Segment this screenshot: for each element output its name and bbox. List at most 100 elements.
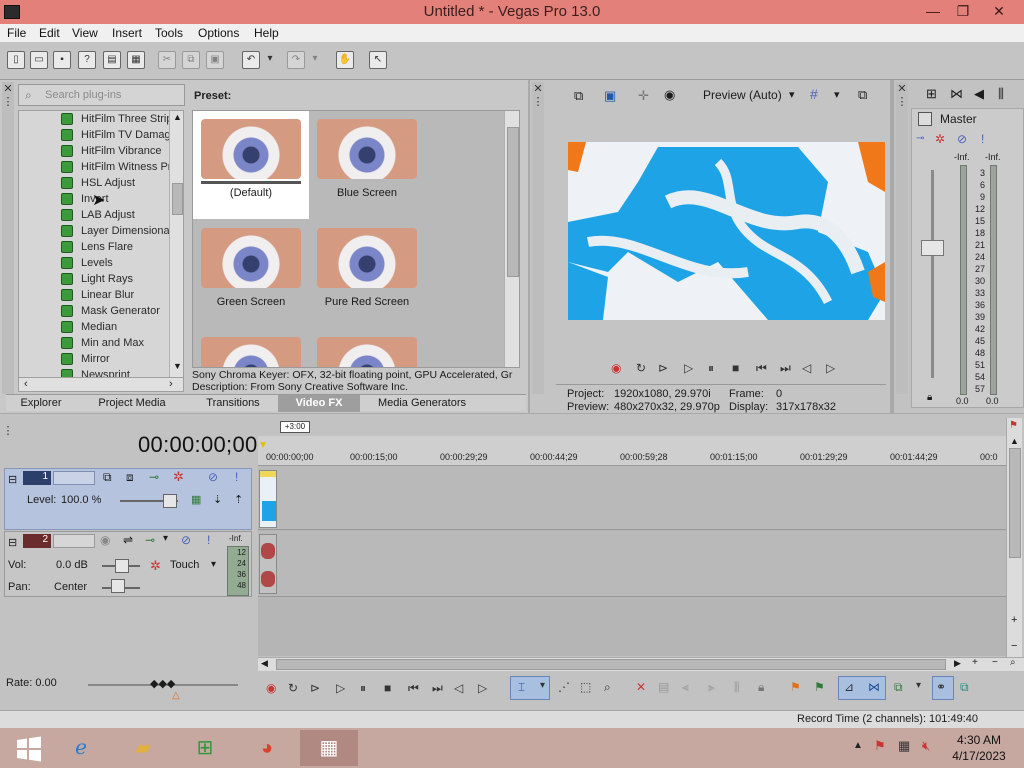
envelope-tool-icon[interactable]: ⋰ (558, 680, 570, 694)
tab-video-fx[interactable]: Video FX (278, 395, 360, 412)
render-icon[interactable]: ▤ (103, 51, 121, 69)
play-button[interactable]: ▷ (684, 361, 693, 375)
redo-icon[interactable]: ↷ (287, 51, 305, 69)
preset-default[interactable]: (Default) (193, 111, 309, 219)
auto-ripple-dropdown-icon[interactable]: ▾ (916, 680, 921, 691)
action-center-icon[interactable]: ⚑ (874, 738, 886, 754)
menu-help[interactable]: Help (254, 26, 279, 40)
list-item[interactable]: Light Rays (19, 271, 169, 287)
scroll-right-icon[interactable]: ▶ (954, 658, 961, 669)
tab-project-media[interactable]: Project Media (76, 395, 188, 412)
edit-tool-dropdown-icon[interactable]: ▾ (540, 680, 545, 691)
save-icon[interactable]: ▪ (53, 51, 71, 69)
trim-icon[interactable]: ▤ (658, 680, 669, 694)
solo-icon[interactable]: ! (207, 533, 210, 547)
panel-grip-master[interactable]: ✕ ⋮ (896, 82, 908, 394)
zoom-out-horizontal-icon[interactable]: − (992, 657, 998, 668)
new-icon[interactable]: ▯ (7, 51, 25, 69)
menu-tools[interactable]: Tools (155, 26, 183, 40)
lock-icon[interactable]: 🔒︎ (758, 680, 764, 695)
video-clip[interactable] (259, 470, 277, 528)
stop-button[interactable]: ■ (384, 681, 391, 695)
go-to-end-button[interactable]: ⏭ (432, 681, 443, 696)
scroll-left-icon[interactable]: ‹ (24, 378, 28, 390)
master-fader-handle[interactable] (921, 240, 944, 256)
overlays-grid-icon[interactable]: # (810, 86, 818, 102)
next-frame-button[interactable]: ▷ (478, 681, 487, 695)
master-settings-icon[interactable]: ✲ (935, 132, 945, 146)
play-from-start-button[interactable]: ⊳ (658, 361, 668, 375)
compositing-mode-icon[interactable]: ⧉ (103, 470, 112, 485)
overlays-dropdown-icon[interactable]: ▾ (834, 88, 840, 101)
scroll-down-icon[interactable]: ▼ (173, 361, 182, 371)
scroll-left-icon[interactable]: ◀ (261, 658, 268, 669)
clock-time[interactable]: 4:30 AM (948, 733, 1010, 747)
plugin-tree[interactable]: HitFilm Three Strip HitFilm TV Damage Hi… (18, 110, 184, 378)
list-item[interactable]: HitFilm TV Damage (19, 127, 169, 143)
preset-green-screen[interactable]: Green Screen (193, 220, 309, 328)
mute-icon[interactable]: ⊘ (181, 533, 191, 547)
split-screen-icon[interactable]: ✛ (638, 88, 649, 104)
split-icon[interactable]: ⫼ (734, 680, 740, 695)
windows-store-icon[interactable]: ⊞ (176, 730, 234, 766)
rate-slider-handle[interactable]: ◆◆◆ (150, 677, 175, 690)
audio-track-name-field[interactable] (53, 534, 95, 548)
preset-scrollbar[interactable] (504, 111, 519, 367)
scroll-thumb[interactable] (172, 183, 183, 215)
solo-icon[interactable]: ! (235, 470, 238, 484)
timeline-ruler[interactable]: 00:00:00;00 00:00:15;00 00:00:29;29 00:0… (258, 436, 1006, 466)
master-mute-icon[interactable]: ⊘ (957, 132, 967, 146)
timeline-vscrollbar[interactable]: ⚑ ▲ + − (1006, 418, 1022, 660)
copy-snapshot-icon[interactable]: ⧉ (858, 87, 867, 103)
list-item[interactable]: Layer Dimensional (19, 223, 169, 239)
zoom-out-vertical-icon[interactable]: − (1011, 640, 1017, 652)
auto-ripple-icon[interactable]: ⧉ (894, 680, 903, 695)
scroll-up-icon[interactable]: ▲ (1010, 436, 1019, 446)
clock-date[interactable]: 4/17/2023 (948, 749, 1010, 763)
compositing-parent-icon[interactable]: ⇡ (234, 493, 243, 506)
scroll-thumb[interactable] (1009, 448, 1021, 558)
previous-frame-button[interactable]: ◁ (454, 681, 463, 695)
list-item[interactable]: Median (19, 319, 169, 335)
start-button[interactable] (0, 730, 58, 766)
track-fx-dropdown-icon[interactable]: ▾ (163, 533, 168, 544)
tab-transitions[interactable]: Transitions (188, 395, 278, 412)
delete-icon[interactable]: ✕ (636, 680, 646, 694)
zoom-in-horizontal-icon[interactable]: + (972, 657, 978, 668)
undo-icon[interactable]: ↶ (242, 51, 260, 69)
invert-phase-icon[interactable]: ⇌ (123, 533, 133, 547)
master-insert-fx-icon[interactable]: ⊸ (916, 133, 924, 144)
paste-icon[interactable]: ▣ (206, 51, 224, 69)
external-monitor-icon[interactable]: ▣ (604, 88, 616, 104)
record-button[interactable]: ◉ (266, 681, 276, 695)
lock-envelopes-icon[interactable]: ⚭ (936, 680, 946, 694)
pan-slider-handle[interactable] (111, 579, 125, 593)
internet-explorer-icon[interactable]: ℯ (52, 730, 110, 766)
list-item[interactable]: Mirror (19, 351, 169, 367)
preview-quality-dropdown-icon[interactable]: ▾ (789, 88, 795, 101)
list-item[interactable]: Mask Generator (19, 303, 169, 319)
preview-quality-select[interactable]: Preview (Auto) (703, 88, 782, 102)
menu-insert[interactable]: Insert (112, 26, 142, 40)
timeline-tracks[interactable] (258, 466, 1006, 656)
track-expand-icon[interactable]: ⊟ (8, 473, 17, 486)
automation-settings-icon[interactable]: ✲ (150, 558, 161, 574)
enable-snapping-icon[interactable]: ✋ (336, 51, 354, 69)
previous-frame-button[interactable]: ◁ (802, 361, 811, 375)
video-track-name-field[interactable] (53, 471, 95, 485)
list-item[interactable]: HitFilm Three Strip (19, 111, 169, 127)
pause-button[interactable]: ⏸ (360, 681, 366, 696)
tab-media-generators[interactable]: Media Generators (360, 395, 484, 412)
undo-dropdown-icon[interactable]: ▾ (264, 51, 276, 69)
list-item[interactable]: Lens Flare (19, 239, 169, 255)
mute-icon[interactable]: ⊘ (208, 470, 218, 484)
menu-options[interactable]: Options (198, 26, 239, 40)
menu-file[interactable]: File (7, 26, 26, 40)
automation-mode-dropdown-icon[interactable]: ▾ (211, 559, 216, 570)
trim-end-icon[interactable]: ⫸ (708, 680, 715, 695)
open-icon[interactable]: ▭ (30, 51, 48, 69)
properties-icon[interactable]: ▦ (127, 51, 145, 69)
trim-start-icon[interactable]: ⫷ (682, 680, 689, 695)
enable-snapping-icon[interactable]: ⊿ (844, 680, 854, 694)
list-item[interactable]: HitFilm Witness Pr (19, 159, 169, 175)
